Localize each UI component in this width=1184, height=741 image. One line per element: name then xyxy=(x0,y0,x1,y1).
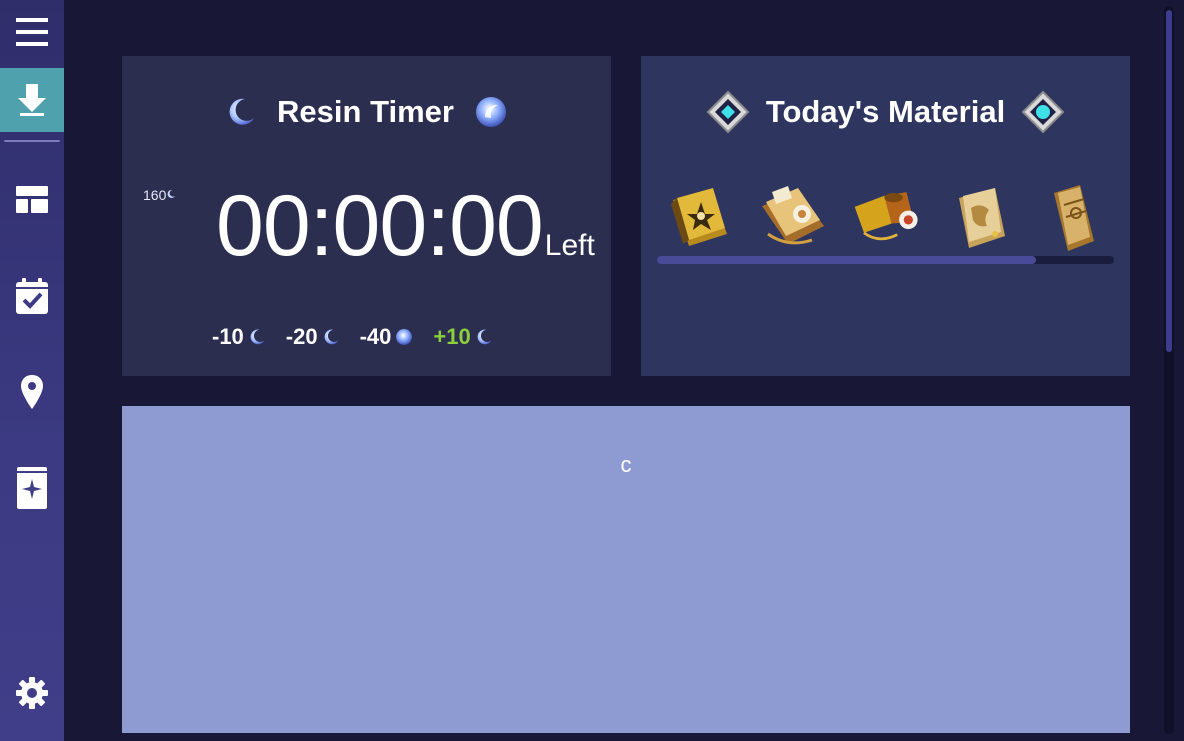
book-icon xyxy=(17,467,47,509)
map-pin-icon xyxy=(21,375,43,409)
resin-minus-20-button[interactable]: -20 xyxy=(286,324,340,350)
settings-button[interactable] xyxy=(0,661,64,725)
resin-action-label: -20 xyxy=(285,324,318,349)
material-scroll-track[interactable] xyxy=(657,256,1114,264)
menu-button[interactable] xyxy=(0,0,64,64)
resin-count-value: 160 xyxy=(143,187,167,203)
todays-material-card: Today's Material xyxy=(641,56,1130,376)
fragile-resin-icon xyxy=(229,98,255,125)
menu-icon xyxy=(16,18,48,46)
map-button[interactable] xyxy=(0,360,64,424)
calendar-check-icon xyxy=(16,278,48,314)
gear-icon xyxy=(16,677,48,709)
material-item[interactable] xyxy=(1036,182,1110,254)
resin-count: 160 xyxy=(143,187,176,203)
resin-action-label: -10 xyxy=(212,324,244,349)
resin-action-label: -40 xyxy=(359,324,392,349)
fragile-resin-icon xyxy=(250,329,265,345)
sidebar xyxy=(0,0,64,741)
material-item[interactable] xyxy=(851,182,925,254)
fragile-resin-icon xyxy=(324,329,338,345)
fragile-resin-small-icon xyxy=(167,189,176,198)
resin-actions: -10 -20 -40 +10 xyxy=(212,324,493,350)
download-button[interactable] xyxy=(0,68,64,132)
material-item[interactable] xyxy=(758,182,832,254)
material-list xyxy=(665,182,1110,254)
daily-checkin-button[interactable] xyxy=(0,264,64,328)
dashboard-button[interactable] xyxy=(0,168,64,232)
resin-timer-title: Resin Timer xyxy=(277,94,454,129)
sidebar-divider xyxy=(4,140,60,142)
page-scrollbar[interactable] xyxy=(1164,6,1174,734)
resin-action-label: +10 xyxy=(433,324,471,349)
page-scrollbar-thumb[interactable] xyxy=(1166,10,1172,352)
resin-countdown: 00:00:00 Left xyxy=(216,176,595,276)
diamond-icon xyxy=(1021,90,1065,134)
material-item[interactable] xyxy=(665,182,739,254)
panel-text: c xyxy=(620,452,632,477)
material-slab-2-icon xyxy=(1054,185,1094,251)
condensed-resin-icon xyxy=(396,329,413,345)
dashboard-icon xyxy=(16,186,48,213)
material-scroll-thumb[interactable] xyxy=(657,256,1037,264)
material-slab-1-icon xyxy=(959,188,1006,248)
resin-minus-10-button[interactable]: -10 xyxy=(212,324,266,350)
material-book-1-icon xyxy=(671,188,727,246)
wiki-button[interactable] xyxy=(0,456,64,520)
material-weapon-icon xyxy=(854,192,918,241)
diamond-icon xyxy=(706,90,750,134)
resin-countdown-time: 00:00:00 xyxy=(216,178,544,274)
resin-countdown-suffix: Left xyxy=(544,229,595,262)
resin-minus-40-button[interactable]: -40 xyxy=(360,324,414,350)
download-icon xyxy=(18,84,46,116)
fragile-resin-icon xyxy=(477,329,492,345)
resin-timer-card: Resin Timer 160 00:00:00 Left -10 -20 -4… xyxy=(122,56,611,376)
todays-material-header: Today's Material xyxy=(641,90,1130,134)
todays-material-title: Today's Material xyxy=(765,94,1006,129)
material-book-2-icon xyxy=(761,186,824,245)
content-panel: c xyxy=(122,406,1130,733)
condensed-resin-icon xyxy=(475,97,506,127)
material-item[interactable] xyxy=(943,182,1017,254)
resin-plus-10-button[interactable]: +10 xyxy=(433,324,492,350)
resin-timer-header: Resin Timer xyxy=(122,90,611,134)
